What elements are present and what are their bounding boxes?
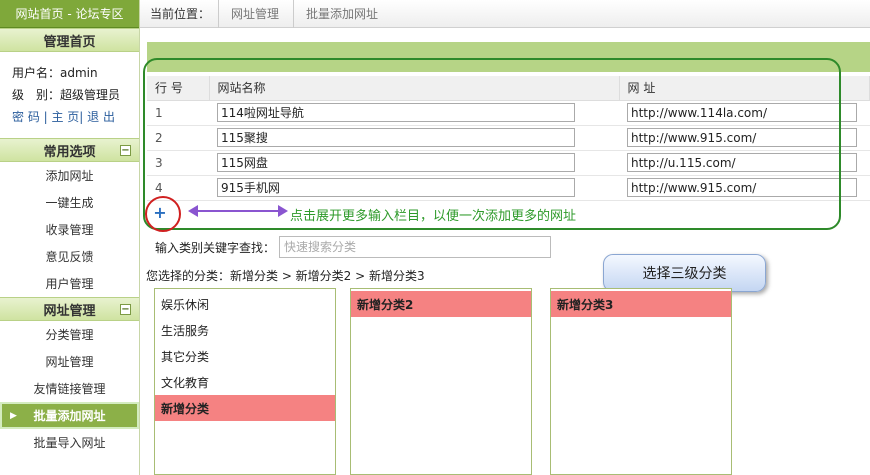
sidebar-item-batch-import[interactable]: 批量导入网址 bbox=[0, 429, 139, 456]
site-name-cell bbox=[209, 100, 619, 126]
table-row: 4 bbox=[147, 175, 870, 201]
url-cell bbox=[619, 150, 870, 176]
sidebar-item-generate[interactable]: 一键生成 bbox=[0, 189, 139, 216]
annotation-callout: 选择三级分类 bbox=[603, 254, 766, 292]
url-manage-header[interactable]: 网址管理 − bbox=[0, 297, 139, 321]
url-input[interactable] bbox=[627, 103, 857, 122]
url-manage-title: 网址管理 bbox=[43, 303, 96, 319]
url-input[interactable] bbox=[627, 128, 857, 147]
row-number: 2 bbox=[147, 125, 209, 151]
admin-home-header[interactable]: 管理首页 bbox=[0, 28, 139, 52]
level-label: 级 别：超级管理员 bbox=[12, 88, 121, 102]
double-arrow-icon bbox=[188, 205, 288, 217]
sidebar-item-url-manage[interactable]: 网址管理 bbox=[0, 348, 139, 375]
sidebar-item-category[interactable]: 分类管理 bbox=[0, 321, 139, 348]
breadcrumb: 当前位置： 网址管理 批量添加网址 bbox=[140, 0, 870, 28]
table-row: 3 bbox=[147, 150, 870, 176]
category-search: 输入类别关键字查找： bbox=[155, 236, 552, 258]
category-item[interactable]: 生活服务 bbox=[155, 317, 335, 343]
category-item-selected[interactable]: 新增分类2 bbox=[351, 291, 531, 317]
column-header-url: 网 址 bbox=[619, 76, 870, 101]
category-item-selected[interactable]: 新增分类3 bbox=[551, 291, 731, 317]
collapse-icon[interactable]: − bbox=[120, 304, 131, 315]
url-cell bbox=[619, 125, 870, 151]
row-number: 3 bbox=[147, 150, 209, 176]
category-level1-list: 娱乐休闲 生活服务 其它分类 文化教育 新增分类 bbox=[154, 288, 336, 475]
table-header-row: 行 号 网站名称 网 址 bbox=[147, 76, 870, 101]
sidebar-item-friend-links[interactable]: 友情链接管理 bbox=[0, 375, 139, 402]
site-name-input[interactable] bbox=[217, 178, 575, 197]
site-home-tab[interactable]: 网站首页 - 论坛专区 bbox=[0, 0, 139, 28]
breadcrumb-item-url-manage[interactable]: 网址管理 bbox=[218, 0, 293, 28]
collapse-icon[interactable]: − bbox=[120, 145, 131, 156]
annotation-hint-text: 点击展开更多输入栏目，以便一次添加更多的网址 bbox=[290, 209, 577, 224]
url-cell bbox=[619, 100, 870, 126]
common-options-title: 常用选项 bbox=[43, 144, 96, 160]
toolbar-strip bbox=[147, 42, 870, 72]
site-name-input[interactable] bbox=[217, 153, 575, 172]
user-info: 用户名：admin 级 别：超级管理员 密 码 | 主 页| 退 出 bbox=[0, 52, 139, 138]
site-name-cell bbox=[209, 150, 619, 176]
url-input[interactable] bbox=[627, 153, 857, 172]
site-name-input[interactable] bbox=[217, 128, 575, 147]
sidebar: 网站首页 - 论坛专区 管理首页 用户名：admin 级 别：超级管理员 密 码… bbox=[0, 0, 140, 475]
sidebar-item-feedback[interactable]: 意见反馈 bbox=[0, 243, 139, 270]
category-level2-list: 新增分类2 bbox=[350, 288, 532, 475]
site-name-input[interactable] bbox=[217, 103, 575, 122]
sidebar-item-label: 批量添加网址 bbox=[33, 409, 106, 423]
url-table: 行 号 网站名称 网 址 1 2 3 4 bbox=[147, 76, 870, 201]
url-cell bbox=[619, 175, 870, 201]
sidebar-item-index-manage[interactable]: 收录管理 bbox=[0, 216, 139, 243]
category-level3-list: 新增分类3 bbox=[550, 288, 732, 475]
sidebar-item-add-url[interactable]: 添加网址 bbox=[0, 162, 139, 189]
breadcrumb-item-batch-add[interactable]: 批量添加网址 bbox=[293, 0, 392, 28]
url-input[interactable] bbox=[627, 178, 857, 197]
username-label: 用户名：admin bbox=[12, 66, 98, 80]
common-options-header[interactable]: 常用选项 − bbox=[0, 138, 139, 162]
site-name-cell bbox=[209, 175, 619, 201]
column-header-row-number: 行 号 bbox=[147, 76, 210, 101]
column-header-site-name: 网站名称 bbox=[209, 76, 620, 101]
category-search-input[interactable] bbox=[279, 236, 552, 258]
category-search-label: 输入类别关键字查找： bbox=[155, 240, 276, 255]
add-row-button[interactable]: + bbox=[152, 205, 168, 221]
triangle-right-icon: ▶ bbox=[10, 410, 17, 421]
row-number: 4 bbox=[147, 175, 209, 201]
table-row: 2 bbox=[147, 125, 870, 151]
location-label: 当前位置： bbox=[150, 7, 211, 21]
category-item-selected[interactable]: 新增分类 bbox=[155, 395, 335, 421]
category-item[interactable]: 娱乐休闲 bbox=[155, 291, 335, 317]
category-item[interactable]: 文化教育 bbox=[155, 369, 335, 395]
category-item[interactable]: 其它分类 bbox=[155, 343, 335, 369]
sidebar-item-batch-add[interactable]: ▶ 批量添加网址 bbox=[0, 402, 139, 429]
selected-category-path: 您选择的分类：新增分类 > 新增分类2 > 新增分类3 bbox=[146, 269, 425, 283]
row-number: 1 bbox=[147, 100, 209, 126]
table-row: 1 bbox=[147, 100, 870, 126]
account-links[interactable]: 密 码 | 主 页| 退 出 bbox=[12, 106, 139, 128]
sidebar-item-users[interactable]: 用户管理 bbox=[0, 270, 139, 297]
site-name-cell bbox=[209, 125, 619, 151]
